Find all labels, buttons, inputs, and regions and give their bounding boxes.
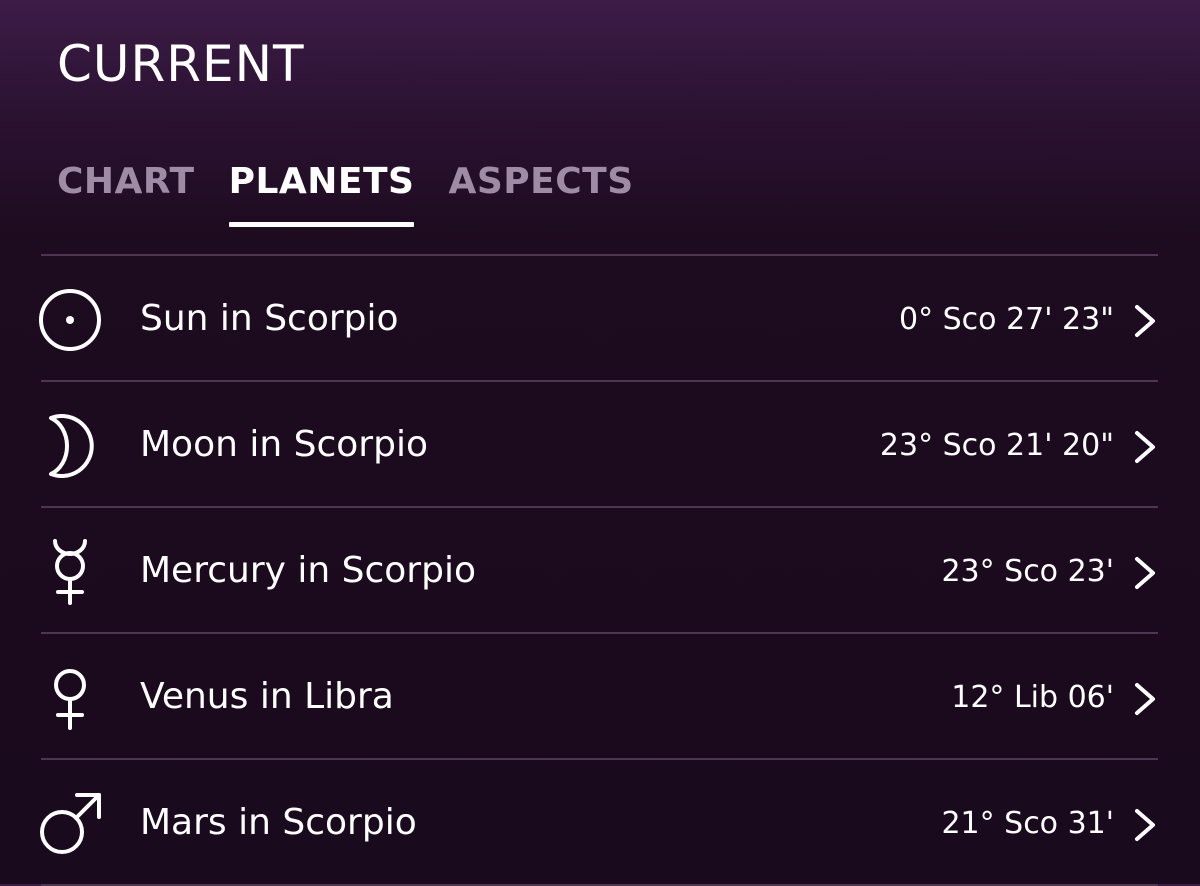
- planet-label: Venus in Libra: [140, 676, 394, 717]
- tab-chart[interactable]: CHART: [57, 160, 195, 230]
- chevron-right-icon: [1132, 556, 1158, 590]
- planet-label: Mars in Scorpio: [140, 802, 417, 843]
- planet-position: 12° Lib 06': [951, 680, 1114, 715]
- moon-icon: [37, 413, 103, 479]
- planet-row-mercury[interactable]: Mercury in Scorpio 23° Sco 23': [41, 508, 1158, 634]
- planet-label: Moon in Scorpio: [140, 424, 428, 465]
- venus-icon: [37, 665, 103, 731]
- mercury-icon: [37, 539, 103, 605]
- chevron-right-icon: [1132, 682, 1158, 716]
- chevron-right-icon: [1132, 808, 1158, 842]
- tab-bar: CHART PLANETS ASPECTS: [57, 160, 668, 230]
- planet-label: Mercury in Scorpio: [140, 550, 476, 591]
- tab-planets[interactable]: PLANETS: [228, 160, 415, 230]
- planet-row-mars[interactable]: Mars in Scorpio 21° Sco 31': [40, 760, 1158, 886]
- planet-position: 23° Sco 21' 20": [879, 428, 1114, 463]
- mars-icon: [37, 791, 103, 857]
- chevron-right-icon: [1132, 430, 1158, 464]
- planet-row-sun[interactable]: Sun in Scorpio 0° Sco 27' 23": [39, 256, 1158, 382]
- chevron-right-icon: [1132, 304, 1158, 338]
- planet-row-venus[interactable]: Venus in Libra 12° Lib 06': [41, 634, 1158, 760]
- planet-list: Sun in Scorpio 0° Sco 27' 23" Moon in Sc…: [39, 254, 1158, 886]
- planet-position: 0° Sco 27' 23": [899, 302, 1114, 337]
- planet-position: 21° Sco 31': [941, 806, 1114, 841]
- planet-label: Sun in Scorpio: [140, 298, 399, 339]
- planet-position: 23° Sco 23': [941, 554, 1114, 589]
- page-title: CURRENT: [57, 35, 305, 93]
- tab-aspects[interactable]: ASPECTS: [448, 160, 633, 230]
- planet-row-moon[interactable]: Moon in Scorpio 23° Sco 21' 20": [41, 382, 1158, 508]
- sun-icon: [37, 287, 103, 353]
